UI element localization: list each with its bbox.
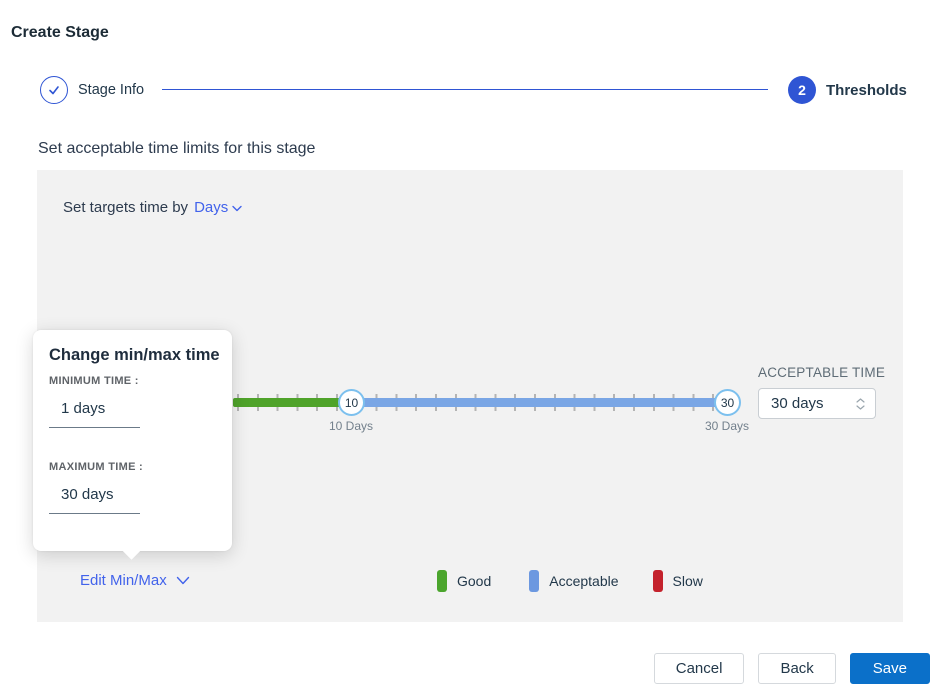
stepper-arrows[interactable]: [856, 398, 875, 410]
page-title: Create Stage: [11, 24, 109, 42]
slider-track-acceptable: [351, 398, 733, 407]
stepper-connector: [162, 89, 768, 90]
popover-title: Change min/max time: [49, 346, 220, 365]
maximum-time-input[interactable]: 30 days: [49, 484, 140, 514]
change-minmax-popover: Change min/max time MINIMUM TIME : 1 day…: [33, 330, 232, 551]
time-unit-value: Days: [194, 199, 228, 216]
slider-legend: Good Acceptable Slow: [437, 570, 703, 592]
time-unit-dropdown[interactable]: Days: [194, 199, 242, 216]
footer-actions: Cancel Back Save: [654, 653, 930, 684]
section-heading: Set acceptable time limits for this stag…: [38, 140, 315, 158]
chevron-down-icon: [176, 572, 190, 589]
step-thresholds[interactable]: 2 Thresholds: [788, 76, 907, 104]
acceptable-swatch: [529, 570, 539, 592]
edit-minmax-link[interactable]: Edit Min/Max: [80, 572, 190, 589]
target-time-prefix: Set targets time by: [63, 199, 188, 216]
step-thresholds-label: Thresholds: [826, 82, 907, 99]
step-number-badge: 2: [788, 76, 816, 104]
good-label: Good: [457, 573, 491, 589]
slider-min-caption: 10 Days: [311, 419, 391, 433]
acceptable-label: Acceptable: [549, 573, 618, 589]
check-icon: [40, 76, 68, 104]
target-time-row: Set targets time by Days: [63, 199, 242, 216]
acceptable-time-input[interactable]: 30 days: [758, 388, 876, 419]
cancel-button[interactable]: Cancel: [654, 653, 745, 684]
minimum-time-input[interactable]: 1 days: [49, 398, 140, 428]
chevron-down-icon: [232, 199, 242, 216]
good-swatch: [437, 570, 447, 592]
acceptable-time-value: 30 days: [759, 395, 856, 412]
chevron-up-icon: [856, 398, 865, 403]
back-button[interactable]: Back: [758, 653, 835, 684]
maximum-time-label: MAXIMUM TIME :: [49, 461, 143, 473]
chevron-down-icon: [856, 405, 865, 410]
save-button[interactable]: Save: [850, 653, 930, 684]
slider-max-caption: 30 Days: [687, 419, 767, 433]
step-stage-info[interactable]: Stage Info: [40, 76, 144, 104]
edit-minmax-label: Edit Min/Max: [80, 572, 167, 589]
slow-swatch: [653, 570, 663, 592]
slider-track-good: [233, 398, 351, 407]
slider-handle-min[interactable]: 10: [338, 389, 365, 416]
acceptable-time-label: ACCEPTABLE TIME: [758, 365, 885, 380]
step-stage-info-label: Stage Info: [78, 82, 144, 98]
create-stage-dialog: Create Stage Stage Info 2 Thresholds Set…: [0, 0, 945, 697]
slow-label: Slow: [673, 573, 703, 589]
minimum-time-label: MINIMUM TIME :: [49, 375, 139, 387]
slider-handle-max[interactable]: 30: [714, 389, 741, 416]
